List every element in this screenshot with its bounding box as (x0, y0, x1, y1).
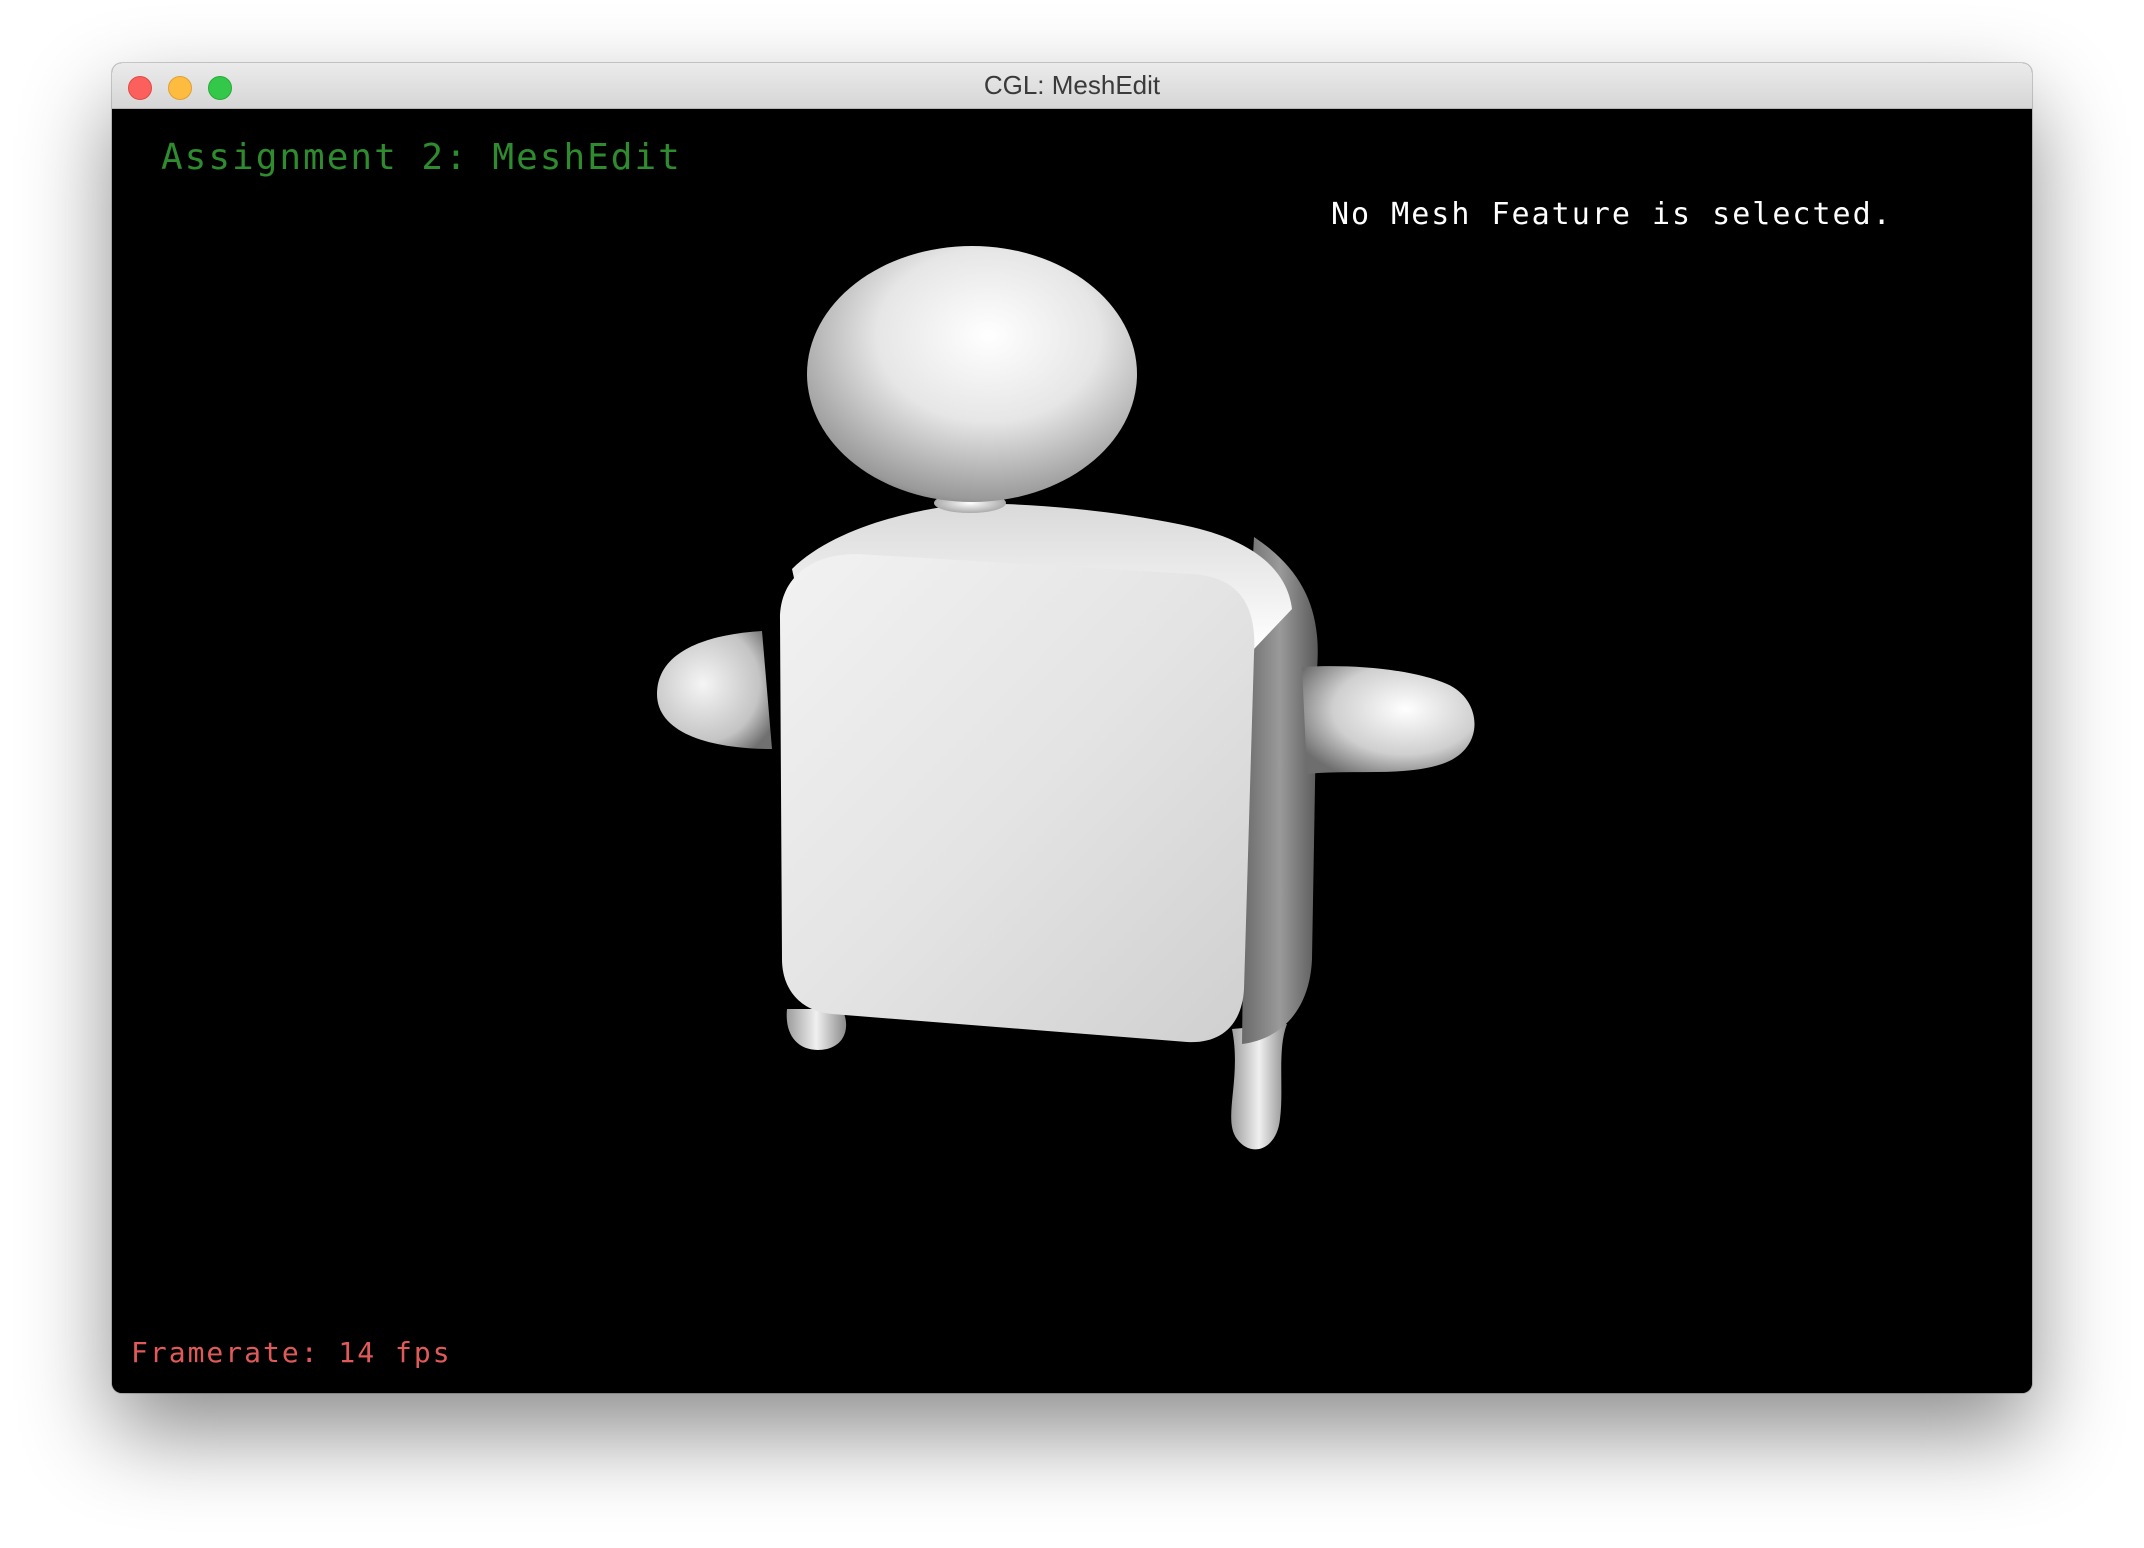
render-viewport[interactable]: Assignment 2: MeshEdit No Mesh Feature i… (112, 109, 2032, 1393)
framerate-readout: Framerate: 14 fps (131, 1336, 452, 1369)
title-bar[interactable]: CGL: MeshEdit (112, 63, 2032, 109)
window-title: CGL: MeshEdit (983, 70, 1161, 100)
mesh-model[interactable] (112, 109, 2032, 1393)
assignment-title: Assignment 2: MeshEdit (161, 137, 682, 178)
selection-info: No Mesh Feature is selected. (1331, 197, 1893, 232)
app-window: CGL: MeshEdit Assignment 2: MeshEdit No … (112, 63, 2032, 1393)
